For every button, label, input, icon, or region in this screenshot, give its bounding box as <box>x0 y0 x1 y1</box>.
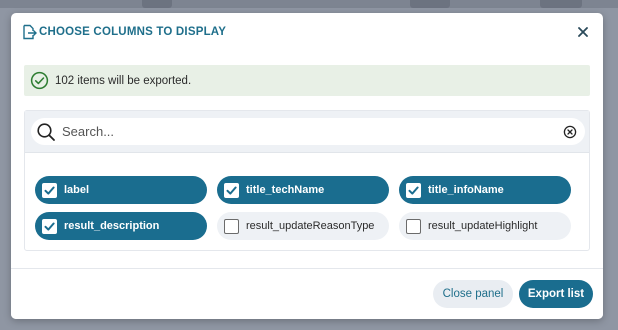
modal-footer: Close panel Export list <box>11 268 603 319</box>
search-icon <box>37 122 55 141</box>
checkbox-checked[interactable] <box>406 182 421 198</box>
checkbox-unchecked[interactable] <box>406 218 421 234</box>
modal-header: CHOOSE COLUMNS TO DISPLAY <box>11 13 603 51</box>
column-chip-result-description[interactable]: result_description <box>35 212 207 240</box>
check-circle-icon <box>30 71 49 90</box>
check-icon <box>44 186 55 195</box>
check-icon <box>226 186 237 195</box>
column-chip-result-updatehighlight[interactable]: result_updateHighlight <box>399 212 571 240</box>
column-chip-text: result_description <box>64 220 160 232</box>
column-chip-result-updatereasontype[interactable]: result_updateReasonType <box>217 212 389 240</box>
search-input[interactable] <box>62 124 563 139</box>
column-chip-text: title_infoName <box>428 184 504 196</box>
column-chip-label[interactable]: label <box>35 176 207 204</box>
modal-title: CHOOSE COLUMNS TO DISPLAY <box>39 26 227 38</box>
close-icon <box>578 27 588 37</box>
checkbox-checked[interactable] <box>224 182 239 198</box>
checkbox-checked[interactable] <box>42 218 57 234</box>
column-chip-text: label <box>64 184 90 196</box>
backdrop-shape <box>410 0 450 8</box>
column-chip-title-infoname[interactable]: title_infoName <box>399 176 571 204</box>
export-list-button[interactable]: Export list <box>519 280 593 308</box>
file-export-icon <box>23 24 37 40</box>
column-chip-text: title_techName <box>246 184 325 196</box>
close-panel-button[interactable]: Close panel <box>433 280 513 308</box>
column-chip-title-techname[interactable]: title_techName <box>217 176 389 204</box>
column-chip-text: result_updateHighlight <box>428 220 538 232</box>
column-chip-text: result_updateReasonType <box>246 220 375 232</box>
columns-panel: label title_techName title_infoName resu… <box>24 110 590 251</box>
choose-columns-modal: CHOOSE COLUMNS TO DISPLAY 102 items will… <box>11 13 603 319</box>
alert-message: 102 items will be exported. <box>55 74 192 87</box>
backdrop-shape <box>142 0 172 8</box>
check-icon <box>44 222 55 231</box>
checkbox-unchecked[interactable] <box>224 218 239 234</box>
search-box[interactable] <box>31 118 585 145</box>
check-icon <box>408 186 419 195</box>
search-bar <box>25 111 589 153</box>
close-button[interactable] <box>575 24 591 40</box>
page-backdrop <box>0 0 618 8</box>
backdrop-shape <box>540 0 582 8</box>
checkbox-checked[interactable] <box>42 182 57 198</box>
clear-circle-icon[interactable] <box>563 125 577 139</box>
export-count-alert: 102 items will be exported. <box>24 65 590 96</box>
